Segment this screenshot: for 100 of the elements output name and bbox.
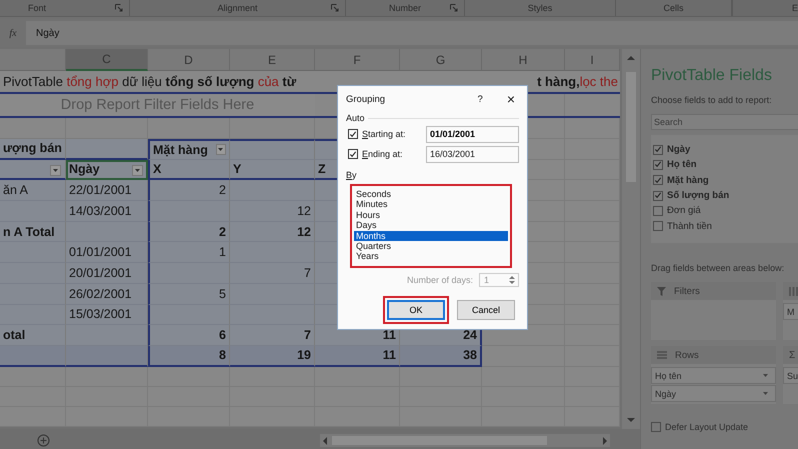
list-item[interactable]: Seconds: [354, 189, 508, 200]
table-cell: [565, 180, 620, 202]
caret-icon: [763, 392, 768, 395]
checkbox[interactable]: [653, 190, 663, 201]
table-cell: 2: [148, 222, 230, 242]
table-cell: [565, 284, 620, 304]
field-name: Đơn giá: [667, 205, 701, 216]
ribbon-group-label: Styles: [528, 3, 552, 13]
columns-icon: [789, 286, 798, 296]
table-cell: [565, 222, 620, 242]
field-header: Ngày: [69, 162, 100, 176]
unit-list[interactable]: Seconds Minutes Hours Days Months Quarters Years: [350, 184, 512, 268]
date-input[interactable]: 16/03/2001: [426, 146, 519, 162]
vertical-scrollbar[interactable]: [622, 49, 640, 429]
table-cell: [0, 366, 66, 387]
checkbox[interactable]: [653, 175, 663, 186]
table-cell: [0, 201, 66, 222]
ribbon-group-label: Number: [388, 3, 421, 13]
table-cell: [565, 406, 620, 427]
dialog-button[interactable]: Cancel: [457, 300, 515, 320]
dropdown-button[interactable]: [216, 144, 226, 156]
add-sheet-icon[interactable]: [37, 434, 50, 447]
table-cell: [565, 201, 620, 222]
caret-icon: [763, 374, 768, 377]
dialog-launcher-icon[interactable]: [450, 4, 458, 12]
rows-icon: [657, 351, 667, 359]
checkbox[interactable]: [653, 221, 663, 232]
field-name: Thành tiền: [667, 220, 712, 232]
caret-icon: [53, 168, 58, 172]
table-cell: 15/03/2001: [66, 304, 148, 326]
table-cell: [565, 160, 620, 180]
search-field[interactable]: Search: [651, 114, 798, 130]
dialog-launcher-icon[interactable]: [331, 4, 339, 12]
field-name: Số lượng bán: [667, 190, 730, 202]
list-item[interactable]: Days: [354, 220, 508, 231]
field-label: Starting at:: [362, 129, 407, 139]
table-cell: [0, 242, 66, 264]
checkbox[interactable]: [348, 149, 358, 159]
title-text: t hàng,lọc the: [537, 74, 619, 89]
table-cell: n A Total: [0, 222, 66, 242]
spinner-arrows-icon[interactable]: [508, 274, 516, 286]
table-cell: [565, 139, 620, 160]
checkbox-label: Defer Layout Update: [665, 422, 748, 432]
table-cell: 22/01/2001: [66, 180, 148, 202]
list-item[interactable]: Years: [354, 251, 508, 262]
table-cell: [565, 325, 620, 346]
field-label: Number of days:: [406, 275, 473, 285]
checkbox[interactable]: [348, 129, 358, 139]
table-cell: 11: [315, 346, 400, 367]
area-field-chip[interactable]: Ngày: [651, 385, 776, 402]
field-name: Mặt hàng: [667, 174, 709, 186]
formula-input[interactable]: Ngày: [26, 21, 798, 45]
checkbox[interactable]: [651, 422, 661, 432]
dialog-launcher-icon[interactable]: [115, 4, 123, 12]
table-cell: [0, 284, 66, 304]
table-cell: 1: [148, 242, 230, 264]
table-cell: 12: [230, 222, 315, 242]
help-button[interactable]: ?: [478, 94, 483, 104]
table-cell: Y: [230, 160, 315, 180]
list-item[interactable]: Hours: [354, 210, 508, 220]
insert-function-button[interactable]: fx: [0, 28, 26, 38]
ribbon-group-label: Font: [28, 3, 46, 13]
table-cell: 8: [148, 346, 230, 367]
list-item[interactable]: Quarters: [354, 240, 508, 252]
ribbon-group-label: Cells: [663, 3, 684, 13]
dropdown-button[interactable]: [132, 164, 143, 176]
panel-title: PivotTable Fields: [651, 67, 773, 85]
table-cell: [565, 118, 620, 139]
area-label: Filters: [674, 286, 700, 296]
list-item[interactable]: Minutes: [354, 199, 508, 210]
table-cell: [565, 263, 620, 284]
dialog-button[interactable]: OK: [387, 300, 445, 320]
table-cell: ượng bán: [0, 139, 66, 160]
ribbon-group-label: Alignment: [217, 3, 258, 13]
table-cell: otal: [0, 325, 66, 346]
scroll-right-icon[interactable]: [600, 434, 610, 446]
sum-symbol: Σ: [789, 350, 796, 360]
chip-label: Họ tên: [655, 370, 682, 380]
date-input[interactable]: 01/01/2001: [426, 126, 519, 142]
table-cell: [0, 263, 66, 284]
area-field-chip[interactable]: M: [783, 303, 798, 320]
area-field-chip[interactable]: Su: [783, 367, 798, 384]
title-text: PivotTable tổng hợp dữ liệu tổng số lượng của từ: [3, 74, 296, 89]
field-name: Họ tên: [667, 159, 697, 170]
checkbox[interactable]: [653, 144, 663, 155]
checkbox[interactable]: [653, 206, 663, 216]
checkbox[interactable]: [653, 160, 663, 170]
chip-label: Su: [787, 370, 798, 380]
field-name: Ngày: [667, 144, 690, 156]
dropdown-button[interactable]: [50, 164, 61, 176]
area-field-chip[interactable]: Họ tên: [651, 367, 776, 384]
list-item[interactable]: Months: [354, 230, 508, 241]
table-cell: 38: [400, 346, 482, 367]
table-cell: [0, 304, 66, 326]
horizontal-scrollbar[interactable]: [320, 434, 610, 447]
area-label: Rows: [675, 350, 699, 360]
field-header: Mặt hàng: [153, 142, 208, 157]
chip-label: M: [787, 306, 794, 316]
close-button[interactable]: ×: [506, 91, 515, 107]
table-cell: [565, 386, 620, 407]
